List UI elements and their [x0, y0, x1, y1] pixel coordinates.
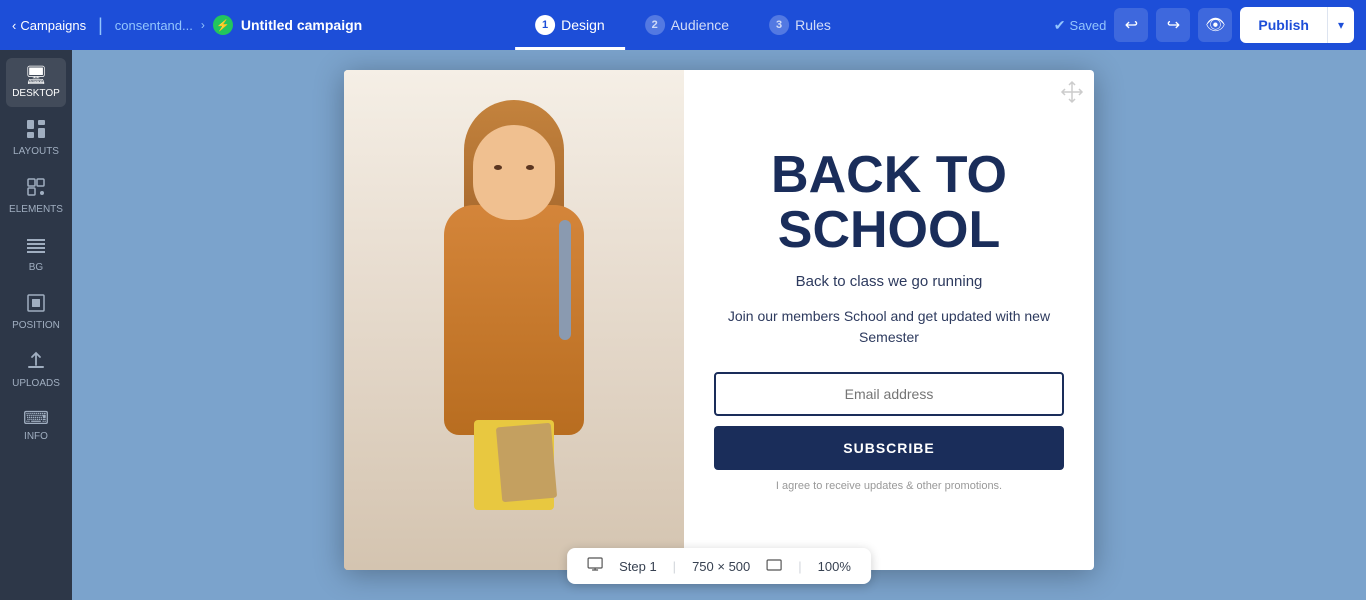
top-navigation: ‹ Campaigns | consentand... › ⚡ Untitled…: [0, 0, 1366, 50]
preview-button[interactable]: 👁: [1198, 8, 1232, 42]
sidebar-elements-label: ELEMENTS: [9, 204, 63, 215]
publish-button[interactable]: Publish: [1240, 7, 1327, 43]
popup-image-panel: [344, 70, 684, 570]
bolt-icon: ⚡: [213, 15, 233, 35]
sidebar-item-info[interactable]: ⌨ INFO: [6, 401, 66, 450]
tab-rules-num: 3: [769, 15, 789, 35]
popup-content-panel: BACK TO SCHOOL Back to class we go runni…: [684, 70, 1094, 570]
popup-subtitle: Back to class we go running: [796, 273, 983, 290]
consent-text: I agree to receive updates & other promo…: [776, 480, 1002, 492]
main-layout: 🖥 DESKTOP LAYOUTS: [0, 50, 1366, 600]
tab-rules-label: Rules: [795, 17, 831, 33]
canvas-area[interactable]: BACK TO SCHOOL Back to class we go runni…: [72, 50, 1366, 600]
undo-button[interactable]: ↩: [1114, 8, 1148, 42]
publish-dropdown-button[interactable]: ▾: [1327, 7, 1354, 43]
info-icon: ⌨: [23, 409, 49, 427]
breadcrumb-org[interactable]: consentand...: [115, 18, 193, 33]
step-label: Step 1: [619, 559, 657, 574]
elements-icon: [26, 177, 46, 200]
tab-design-num: 1: [535, 15, 555, 35]
tab-audience[interactable]: 2 Audience: [625, 0, 749, 50]
campaigns-back-button[interactable]: ‹ Campaigns: [12, 18, 86, 33]
aspect-ratio-icon: [766, 559, 782, 574]
saved-status: ✔ Saved: [1054, 17, 1107, 34]
sidebar-item-elements[interactable]: ELEMENTS: [6, 169, 66, 223]
subscribe-button[interactable]: SUBSCRIBE: [714, 426, 1064, 470]
breadcrumb-arrow: ›: [201, 18, 205, 32]
position-icon: [26, 293, 46, 316]
campaign-title[interactable]: Untitled campaign: [241, 17, 362, 33]
tab-rules[interactable]: 3 Rules: [749, 0, 851, 50]
sidebar-desktop-label: DESKTOP: [12, 88, 60, 99]
publish-button-group: Publish ▾: [1240, 7, 1354, 43]
popup-description: Join our members School and get updated …: [714, 306, 1064, 348]
sidebar-item-bg[interactable]: BG: [6, 227, 66, 281]
chevron-left-icon: ‹: [12, 18, 16, 33]
uploads-icon: [26, 351, 46, 374]
breadcrumb-separator: |: [98, 15, 103, 36]
sidebar-bg-label: BG: [29, 262, 43, 273]
campaigns-label: Campaigns: [20, 18, 86, 33]
sidebar-item-position[interactable]: POSITION: [6, 285, 66, 339]
bg-icon: [26, 235, 46, 258]
canvas-dimensions: 750 × 500: [692, 559, 750, 574]
sidebar-info-label: INFO: [24, 431, 48, 442]
girl-image: [344, 70, 684, 570]
step-tabs: 1 Design 2 Audience 3 Rules: [515, 0, 851, 50]
sidebar-position-label: POSITION: [12, 320, 60, 331]
sidebar-item-layouts[interactable]: LAYOUTS: [6, 111, 66, 165]
email-input[interactable]: [714, 372, 1064, 416]
sidebar-item-uploads[interactable]: UPLOADS: [6, 343, 66, 397]
layouts-icon: [26, 119, 46, 142]
desktop-icon: 🖥: [25, 66, 48, 84]
step-icon: [587, 556, 603, 576]
popup-card: BACK TO SCHOOL Back to class we go runni…: [344, 70, 1094, 570]
zoom-level: 100%: [818, 559, 851, 574]
tab-design-label: Design: [561, 17, 605, 33]
nav-right-actions: ✔ Saved ↩ ↪ 👁 Publish ▾: [1054, 7, 1354, 43]
popup-main-title: BACK TO SCHOOL: [771, 148, 1007, 257]
tab-audience-label: Audience: [671, 17, 729, 33]
sidebar-layouts-label: LAYOUTS: [13, 146, 59, 157]
sidebar-uploads-label: UPLOADS: [12, 378, 60, 389]
redo-button[interactable]: ↪: [1156, 8, 1190, 42]
tab-design[interactable]: 1 Design: [515, 0, 625, 50]
check-icon: ✔: [1054, 17, 1066, 34]
tab-audience-num: 2: [645, 15, 665, 35]
canvas-status-bar: Step 1 | 750 × 500 | 100%: [567, 548, 871, 584]
saved-label: Saved: [1070, 18, 1107, 33]
move-handle-icon[interactable]: [1060, 80, 1084, 110]
left-sidebar: 🖥 DESKTOP LAYOUTS: [0, 50, 72, 600]
sidebar-item-desktop[interactable]: 🖥 DESKTOP: [6, 58, 66, 107]
